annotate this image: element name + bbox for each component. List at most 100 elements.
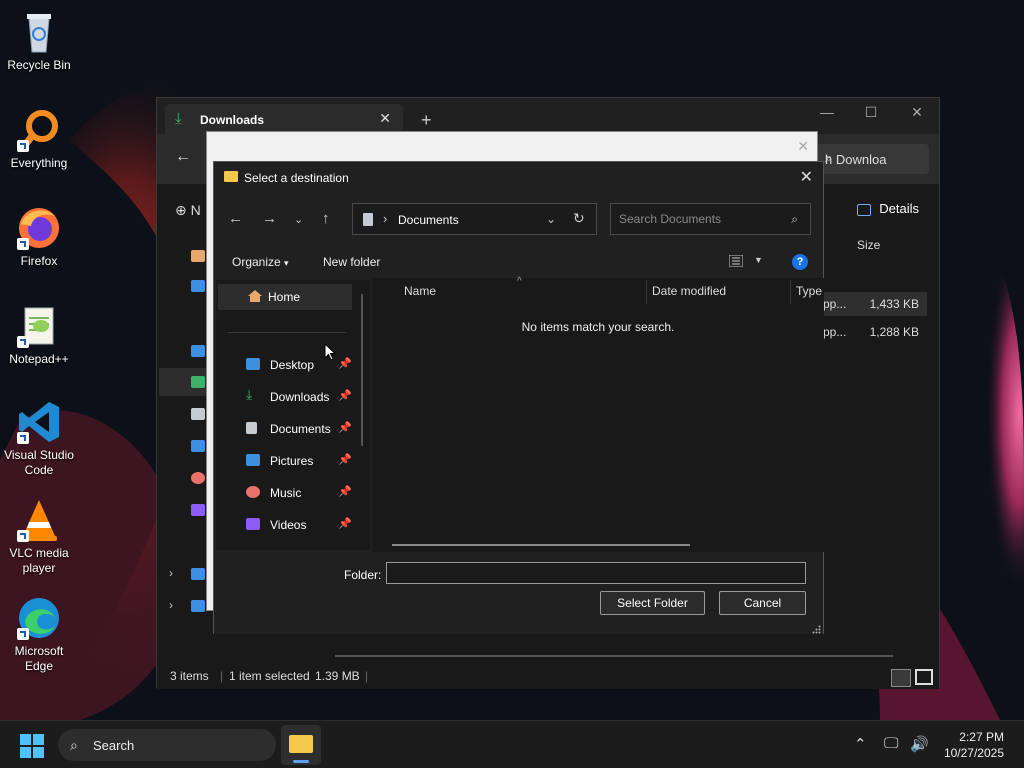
desktop-icon-vlc[interactable]: VLC media player	[0, 496, 78, 576]
back-arrow-icon[interactable]: ←	[175, 148, 191, 166]
new-button[interactable]: ⊕ N	[175, 202, 201, 219]
breadcrumb-documents[interactable]: Documents	[398, 213, 459, 227]
pictures-folder-icon[interactable]	[191, 440, 205, 452]
desktop-icon-firefox[interactable]: Firefox	[0, 204, 78, 269]
minimize-button[interactable]: —	[807, 104, 847, 120]
dialog-title: Select a destination	[244, 171, 349, 185]
new-tab-button[interactable]: +	[421, 110, 432, 131]
pin-icon: 📌	[338, 454, 352, 466]
desktop-icon-everything[interactable]: Everything	[0, 106, 78, 171]
cancel-button[interactable]: Cancel	[719, 591, 806, 615]
address-bar[interactable]: › Documents ⌄ ↻	[352, 203, 597, 235]
taskbar-search-box[interactable]: ⌕ Search	[58, 729, 276, 761]
recycle-bin-icon	[15, 8, 63, 56]
downloads-folder-icon[interactable]	[191, 376, 205, 388]
pin-icon: 📌	[338, 358, 352, 370]
column-header-type[interactable]: Type	[796, 284, 822, 298]
volume-icon[interactable]: 🔊	[910, 735, 929, 753]
chevron-right-icon[interactable]: ›	[169, 598, 173, 612]
download-icon: ⤓	[246, 386, 253, 402]
network-icon[interactable]	[191, 600, 205, 612]
desktop-icon-vscode[interactable]: Visual Studio Code	[0, 398, 78, 478]
new-folder-button[interactable]: New folder	[323, 255, 380, 269]
desktop-icon	[246, 358, 260, 370]
nav-item-music[interactable]: Music 📌	[246, 482, 366, 504]
taskbar-clock[interactable]: 2:27 PM 10/27/2025	[944, 729, 1004, 761]
explorer-search-input[interactable]: h Downloa ⌕	[817, 144, 929, 174]
column-header-size[interactable]: Size	[857, 238, 880, 252]
desktop-icon-edge[interactable]: Microsoft Edge	[0, 594, 78, 674]
sort-caret-icon: ^	[517, 276, 522, 287]
large-icons-view-button[interactable]	[915, 669, 933, 685]
help-icon[interactable]: ?	[792, 254, 808, 270]
search-box[interactable]: ⌕	[610, 203, 811, 235]
folder-field[interactable]	[386, 562, 806, 584]
documents-icon	[246, 422, 257, 434]
horizontal-scrollbar[interactable]	[335, 655, 893, 657]
this-pc-icon[interactable]	[191, 568, 205, 580]
explorer-titlebar: ⤓ Downloads ✕ + — ☐ ✕	[157, 98, 939, 134]
folder-icon	[224, 171, 238, 182]
nav-item-home[interactable]: Home	[218, 284, 352, 310]
active-indicator	[293, 760, 309, 763]
breadcrumb-chevron-icon: ›	[383, 211, 388, 226]
refresh-icon[interactable]: ↻	[573, 210, 585, 227]
close-dialog-button[interactable]: ✕	[800, 167, 813, 187]
close-tab-icon[interactable]: ✕	[379, 110, 391, 127]
view-dropdown-icon[interactable]: ▼	[754, 255, 763, 265]
pin-icon: 📌	[338, 518, 352, 530]
recent-locations-chevron-icon[interactable]: ⌄	[294, 213, 303, 226]
file-list[interactable]: ^ Name Date modified Type No items match…	[372, 276, 824, 552]
divider	[228, 332, 346, 333]
pictures-icon	[246, 454, 260, 466]
gallery-icon[interactable]	[191, 280, 205, 292]
home-icon[interactable]	[191, 250, 205, 262]
organize-button[interactable]: Organize ▾	[232, 255, 289, 269]
view-options-icon[interactable]	[728, 254, 744, 268]
tab-downloads[interactable]: ⤓ Downloads ✕	[165, 104, 403, 134]
shortcut-arrow-icon	[17, 336, 29, 348]
vscode-icon	[15, 398, 63, 446]
back-arrow-icon[interactable]: ←	[228, 210, 243, 227]
desktop-icon-recycle-bin[interactable]: Recycle Bin	[0, 8, 78, 73]
nav-item-desktop[interactable]: Desktop 📌	[246, 354, 366, 376]
column-divider[interactable]	[790, 280, 791, 304]
folder-label: Folder:	[344, 568, 382, 582]
table-row[interactable]: pp... 1,288 KB	[823, 320, 927, 344]
music-folder-icon[interactable]	[191, 472, 205, 484]
nav-item-videos[interactable]: Videos 📌	[246, 514, 366, 536]
column-header-name[interactable]: Name	[404, 284, 436, 298]
dialog-footer: Folder: Select Folder Cancel	[214, 554, 823, 634]
nav-item-downloads[interactable]: ⤓ Downloads 📌	[246, 386, 366, 408]
search-input[interactable]	[611, 204, 781, 234]
nav-item-documents[interactable]: Documents 📌	[246, 418, 366, 440]
select-destination-dialog[interactable]: Select a destination ✕ ← → ⌄ ↑ › Documen…	[213, 161, 824, 634]
status-bar: 3 items | 1 item selected 1.39 MB |	[157, 663, 939, 689]
chevron-right-icon[interactable]: ›	[169, 566, 173, 580]
taskbar-file-explorer-button[interactable]	[281, 725, 321, 765]
column-header-date-modified[interactable]: Date modified	[652, 284, 726, 298]
chevron-up-icon[interactable]: ⌃	[854, 735, 867, 753]
up-arrow-icon[interactable]: ↑	[322, 210, 330, 227]
close-window-button[interactable]: ✕	[897, 104, 937, 121]
forward-arrow-icon[interactable]: →	[262, 210, 277, 227]
videos-folder-icon[interactable]	[191, 504, 205, 516]
windows-start-icon[interactable]	[20, 734, 44, 758]
close-icon[interactable]: ✕	[797, 138, 809, 155]
documents-folder-icon[interactable]	[191, 408, 205, 420]
resize-grip-icon[interactable]	[812, 623, 821, 634]
horizontal-scrollbar[interactable]	[392, 544, 690, 546]
desktop-icon-notepad-plus-plus[interactable]: Notepad++	[0, 302, 78, 367]
details-pane-button[interactable]: Details	[857, 201, 919, 216]
column-divider[interactable]	[646, 280, 647, 304]
chevron-down-icon[interactable]: ⌄	[546, 212, 556, 226]
maximize-button[interactable]: ☐	[851, 104, 891, 121]
table-row[interactable]: pp... 1,433 KB	[823, 292, 927, 316]
nav-scrollbar[interactable]	[361, 294, 363, 446]
firefox-icon	[15, 204, 63, 252]
select-folder-button[interactable]: Select Folder	[600, 591, 705, 615]
display-icon[interactable]: 🖵	[884, 735, 898, 752]
nav-item-pictures[interactable]: Pictures 📌	[246, 450, 366, 472]
desktop-folder-icon[interactable]	[191, 345, 205, 357]
details-view-button[interactable]	[891, 669, 911, 687]
